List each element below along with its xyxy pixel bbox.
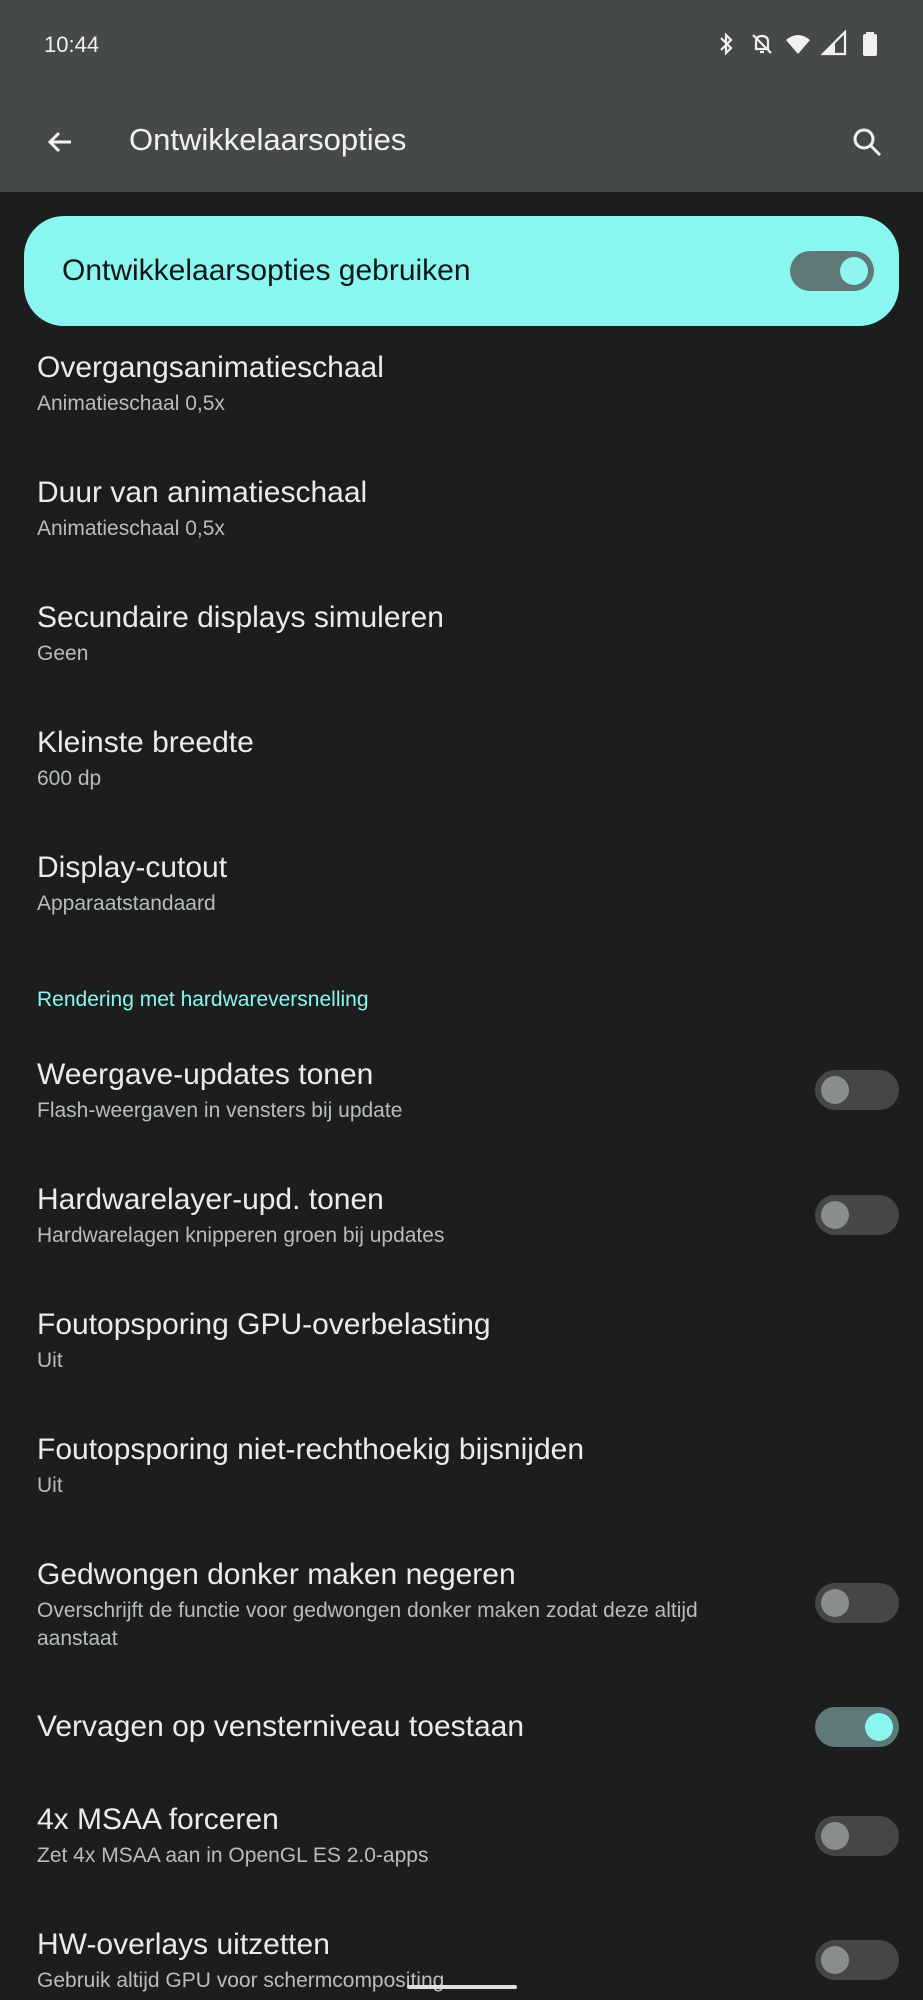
toggle-thumb bbox=[821, 1822, 849, 1850]
override-force-dark-toggle[interactable] bbox=[815, 1583, 899, 1623]
status-bar: 10:44 bbox=[0, 0, 923, 92]
battery-icon bbox=[857, 30, 883, 58]
item-title: Hardwarelayer-upd. tonen bbox=[37, 1183, 384, 1216]
item-subtitle: Uit bbox=[37, 1474, 63, 1497]
notifications-off-icon bbox=[749, 30, 775, 58]
item-subtitle: Geen bbox=[37, 642, 89, 665]
list-item-transition-animation-scale[interactable]: Overgangsanimatieschaal Animatieschaal 0… bbox=[37, 350, 777, 418]
toggle-thumb bbox=[821, 1076, 849, 1104]
app-bar: Ontwikkelaarsopties bbox=[0, 92, 923, 192]
developer-options-main-switch[interactable]: Ontwikkelaarsopties gebruiken bbox=[24, 216, 899, 326]
item-title: Gedwongen donker maken negeren bbox=[37, 1558, 516, 1591]
toggle-thumb bbox=[865, 1713, 893, 1741]
item-subtitle: Uit bbox=[37, 1349, 63, 1372]
status-time: 10:44 bbox=[44, 32, 100, 57]
wifi-icon bbox=[785, 30, 811, 58]
list-item-allow-window-blurs[interactable]: Vervagen op vensterniveau toestaan bbox=[37, 1709, 777, 1745]
list-item-smallest-width[interactable]: Kleinste breedte 600 dp bbox=[37, 725, 777, 793]
section-header: Rendering met hardwareversnelling bbox=[37, 988, 369, 1011]
item-title: Duur van animatieschaal bbox=[37, 476, 368, 509]
item-title: Kleinste breedte bbox=[37, 726, 254, 759]
bluetooth-icon bbox=[713, 30, 739, 58]
signal-icon bbox=[820, 29, 847, 58]
item-subtitle: Overschrijft de functie voor gedwongen d… bbox=[37, 1599, 698, 1650]
item-subtitle: Zet 4x MSAA aan in OpenGL ES 2.0-apps bbox=[37, 1844, 429, 1867]
item-title: Display-cutout bbox=[37, 851, 228, 884]
main-switch-label: Ontwikkelaarsopties gebruiken bbox=[62, 254, 471, 287]
list-item-display-cutout[interactable]: Display-cutout Apparaatstandaard bbox=[37, 850, 777, 918]
item-title: HW-overlays uitzetten bbox=[37, 1928, 330, 1961]
item-title: 4x MSAA forceren bbox=[37, 1803, 279, 1836]
page-title: Ontwikkelaarsopties bbox=[129, 122, 407, 157]
list-item-debug-gpu-overdraw[interactable]: Foutopsporing GPU-overbelasting Uit bbox=[37, 1307, 777, 1375]
toggle-thumb bbox=[821, 1589, 849, 1617]
back-arrow-icon bbox=[47, 131, 71, 153]
list-item-debug-non-rectangular-clip[interactable]: Foutopsporing niet-rechthoekig bijsnijde… bbox=[37, 1432, 777, 1500]
main-switch-toggle[interactable] bbox=[790, 251, 874, 291]
list-item-show-hardware-layer-updates[interactable]: Hardwarelayer-upd. tonen Hardwarelagen k… bbox=[37, 1182, 777, 1250]
list-item-show-view-updates[interactable]: Weergave-updates tonen Flash-weergaven i… bbox=[37, 1057, 777, 1125]
list-item-animator-duration-scale[interactable]: Duur van animatieschaal Animatieschaal 0… bbox=[37, 475, 777, 543]
item-title: Overgangsanimatieschaal bbox=[37, 351, 384, 384]
status-icons bbox=[713, 29, 883, 58]
show-hardware-layer-updates-toggle[interactable] bbox=[815, 1195, 899, 1235]
back-button[interactable] bbox=[30, 112, 90, 172]
item-subtitle: Animatieschaal 0,5x bbox=[37, 392, 225, 415]
toggle-thumb bbox=[840, 257, 868, 285]
show-view-updates-toggle[interactable] bbox=[815, 1070, 899, 1110]
allow-window-blurs-toggle[interactable] bbox=[815, 1707, 899, 1747]
toggle-thumb bbox=[821, 1201, 849, 1229]
gesture-nav-handle[interactable] bbox=[407, 1985, 517, 1989]
item-title: Weergave-updates tonen bbox=[37, 1058, 374, 1091]
force-4x-msaa-toggle[interactable] bbox=[815, 1816, 899, 1856]
disable-hw-overlays-toggle[interactable] bbox=[815, 1940, 899, 1980]
item-subtitle: Animatieschaal 0,5x bbox=[37, 517, 225, 540]
search-button[interactable] bbox=[837, 112, 897, 172]
item-subtitle: Hardwarelagen knipperen groen bij update… bbox=[37, 1224, 445, 1247]
item-subtitle: 600 dp bbox=[37, 767, 102, 790]
list-item-simulate-secondary-displays[interactable]: Secundaire displays simuleren Geen bbox=[37, 600, 777, 668]
item-subtitle: Flash-weergaven in vensters bij update bbox=[37, 1099, 403, 1122]
toggle-thumb bbox=[821, 1946, 849, 1974]
search-icon bbox=[853, 128, 882, 157]
item-subtitle: Apparaatstandaard bbox=[37, 892, 216, 915]
item-title: Secundaire displays simuleren bbox=[37, 601, 444, 634]
item-title: Foutopsporing GPU-overbelasting bbox=[37, 1308, 491, 1341]
item-subtitle: Gebruik altijd GPU voor schermcompositin… bbox=[37, 1969, 445, 1992]
item-title: Foutopsporing niet-rechthoekig bijsnijde… bbox=[37, 1433, 585, 1466]
list-item-override-force-dark[interactable]: Gedwongen donker maken negeren Overschri… bbox=[37, 1557, 777, 1653]
list-item-force-4x-msaa[interactable]: 4x MSAA forceren Zet 4x MSAA aan in Open… bbox=[37, 1802, 777, 1870]
item-title: Vervagen op vensterniveau toestaan bbox=[37, 1710, 525, 1743]
